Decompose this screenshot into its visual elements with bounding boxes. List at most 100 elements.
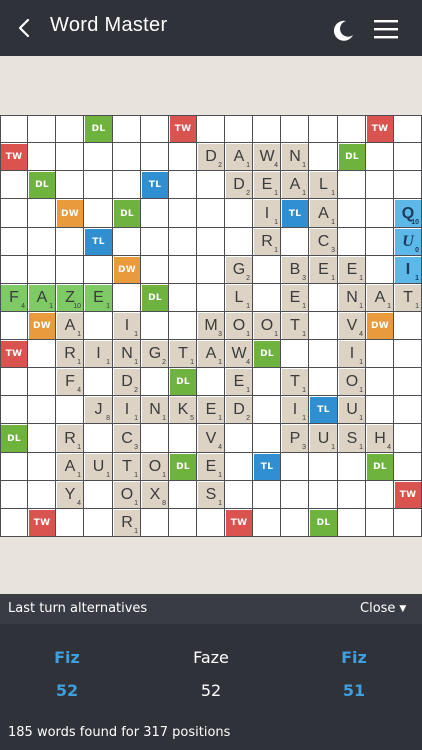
board-cell[interactable]: [169, 312, 197, 340]
board-cell[interactable]: [84, 256, 113, 284]
board-cell[interactable]: [366, 228, 394, 256]
board-cell[interactable]: [84, 312, 113, 340]
board-cell[interactable]: [394, 424, 422, 453]
board-cell[interactable]: [197, 199, 225, 228]
board-cell[interactable]: [309, 340, 338, 368]
board-cell[interactable]: [253, 256, 281, 284]
board-cell[interactable]: [197, 171, 225, 199]
board-cell[interactable]: [84, 171, 113, 199]
board-cell[interactable]: [113, 143, 141, 171]
alternative-item[interactable]: Fiz 51: [309, 648, 399, 700]
board-cell[interactable]: [253, 396, 281, 424]
board-cell[interactable]: [169, 256, 197, 284]
board-cell[interactable]: [281, 228, 309, 256]
board-cell[interactable]: [0, 228, 28, 256]
board-cell[interactable]: [366, 143, 394, 171]
board-cell[interactable]: [0, 509, 28, 537]
board-cell[interactable]: [197, 509, 225, 537]
board-cell[interactable]: [197, 368, 225, 396]
board-cell[interactable]: [338, 481, 366, 509]
board-cell[interactable]: [141, 424, 169, 453]
board-cell[interactable]: [0, 199, 28, 228]
board-cell[interactable]: [0, 396, 28, 424]
board-cell[interactable]: [84, 481, 113, 509]
board-cell[interactable]: [366, 509, 394, 537]
board-cell[interactable]: [0, 481, 28, 509]
board-cell[interactable]: [253, 368, 281, 396]
board-cell[interactable]: [366, 340, 394, 368]
board-cell[interactable]: [84, 424, 113, 453]
alternative-item[interactable]: Fiz 52: [22, 648, 112, 700]
board-cell[interactable]: [56, 115, 84, 143]
board-cell[interactable]: [28, 340, 56, 368]
board-cell[interactable]: [253, 424, 281, 453]
board-cell[interactable]: [309, 312, 338, 340]
moon-icon[interactable]: [330, 18, 356, 44]
board-cell[interactable]: [141, 143, 169, 171]
board-cell[interactable]: [253, 115, 281, 143]
board-cell[interactable]: [281, 453, 309, 481]
board-cell[interactable]: [141, 228, 169, 256]
board-cell[interactable]: [394, 115, 422, 143]
board-cell[interactable]: [169, 481, 197, 509]
board-cell[interactable]: [169, 509, 197, 537]
board-cell[interactable]: [225, 424, 253, 453]
board-cell[interactable]: [366, 256, 394, 284]
board-cell[interactable]: [169, 143, 197, 171]
board-cell[interactable]: [394, 368, 422, 396]
board-cell[interactable]: [197, 228, 225, 256]
board-cell[interactable]: [197, 284, 225, 312]
board-cell[interactable]: [253, 284, 281, 312]
board-cell[interactable]: [28, 256, 56, 284]
board-cell[interactable]: [56, 509, 84, 537]
board-cell[interactable]: [56, 256, 84, 284]
board-cell[interactable]: [281, 509, 309, 537]
board-cell[interactable]: [394, 312, 422, 340]
board-cell[interactable]: [225, 199, 253, 228]
board-cell[interactable]: [141, 115, 169, 143]
board-cell[interactable]: [141, 368, 169, 396]
board-cell[interactable]: [197, 256, 225, 284]
board-cell[interactable]: [309, 368, 338, 396]
board-cell[interactable]: [113, 115, 141, 143]
board-cell[interactable]: [197, 115, 225, 143]
board-cell[interactable]: [253, 481, 281, 509]
board-cell[interactable]: [84, 199, 113, 228]
back-icon[interactable]: [14, 16, 36, 40]
board-cell[interactable]: [84, 143, 113, 171]
board-cell[interactable]: [309, 453, 338, 481]
board-cell[interactable]: [0, 368, 28, 396]
board-cell[interactable]: [28, 368, 56, 396]
board-cell[interactable]: [338, 228, 366, 256]
board-cell[interactable]: [28, 228, 56, 256]
board-cell[interactable]: [281, 115, 309, 143]
board-cell[interactable]: [169, 199, 197, 228]
board-cell[interactable]: [141, 312, 169, 340]
board-cell[interactable]: [141, 256, 169, 284]
board-cell[interactable]: [0, 453, 28, 481]
board-cell[interactable]: [338, 199, 366, 228]
board-cell[interactable]: [309, 481, 338, 509]
board-cell[interactable]: [113, 228, 141, 256]
board-cell[interactable]: [309, 284, 338, 312]
board-cell[interactable]: [394, 143, 422, 171]
alternative-item-current[interactable]: Faze 52: [166, 648, 256, 700]
board-cell[interactable]: [84, 368, 113, 396]
board-cell[interactable]: [28, 143, 56, 171]
board-cell[interactable]: [338, 509, 366, 537]
board-cell[interactable]: [0, 115, 28, 143]
board-cell[interactable]: [366, 481, 394, 509]
board-cell[interactable]: [366, 396, 394, 424]
board-cell[interactable]: [338, 115, 366, 143]
board-cell[interactable]: [84, 509, 113, 537]
board-cell[interactable]: [0, 171, 28, 199]
board-cell[interactable]: [169, 171, 197, 199]
board-cell[interactable]: [56, 143, 84, 171]
board-cell[interactable]: [338, 453, 366, 481]
board-cell[interactable]: [225, 228, 253, 256]
board-cell[interactable]: [366, 368, 394, 396]
board-cell[interactable]: [28, 424, 56, 453]
board-cell[interactable]: [28, 481, 56, 509]
board-cell[interactable]: [394, 171, 422, 199]
board-cell[interactable]: [28, 115, 56, 143]
